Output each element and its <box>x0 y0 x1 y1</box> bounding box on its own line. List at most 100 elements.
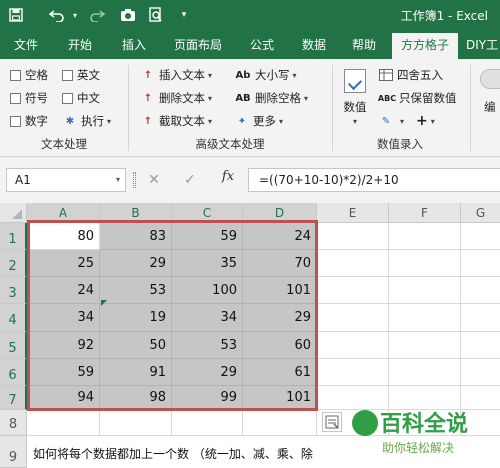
cell-b7[interactable]: 98 <box>100 386 172 410</box>
extract-text-button[interactable]: ↑ 截取文本 ▾ <box>140 112 212 130</box>
row-header[interactable]: 3 <box>0 277 27 304</box>
checkbox-symbol[interactable]: 符号 <box>10 89 48 107</box>
save-icon[interactable] <box>6 6 26 24</box>
row-header[interactable]: 9 <box>0 436 27 468</box>
tab-help[interactable]: 帮助 <box>344 31 384 59</box>
cell-b4[interactable]: 19 <box>100 304 172 332</box>
cell-e1[interactable] <box>317 223 389 250</box>
error-indicator-icon[interactable] <box>101 300 107 306</box>
row-header[interactable]: 6 <box>0 359 27 386</box>
cell-c6[interactable]: 29 <box>172 359 243 386</box>
cell-e3[interactable] <box>317 277 389 304</box>
customize-icon[interactable]: ▾ <box>178 6 190 24</box>
cell-g4[interactable] <box>461 304 500 332</box>
cell-d8[interactable] <box>243 410 317 436</box>
cell-g1[interactable] <box>461 223 500 250</box>
row-header[interactable]: 5 <box>0 332 27 359</box>
cell-d7[interactable]: 101 <box>243 386 317 410</box>
cell-e2[interactable] <box>317 250 389 277</box>
cell-c8[interactable] <box>172 410 243 436</box>
cell-d1[interactable]: 24 <box>243 223 317 250</box>
cell-b2[interactable]: 29 <box>100 250 172 277</box>
cell-a5[interactable]: 92 <box>27 332 100 359</box>
checkbox-space[interactable]: 空格 <box>10 66 48 84</box>
tab-data[interactable]: 数据 <box>294 31 334 59</box>
tab-page-layout[interactable]: 页面布局 <box>168 31 228 59</box>
select-all-button[interactable] <box>0 203 27 223</box>
cell-e4[interactable] <box>317 304 389 332</box>
tab-formulas[interactable]: 公式 <box>242 31 282 59</box>
delete-space-button[interactable]: AB 删除空格 ▾ <box>234 89 308 107</box>
cell-c3[interactable]: 100 <box>172 277 243 304</box>
cell-c1[interactable]: 59 <box>172 223 243 250</box>
cell-a3[interactable]: 24 <box>27 277 100 304</box>
cell-g5[interactable] <box>461 332 500 359</box>
cell-e6[interactable] <box>317 359 389 386</box>
cell-a4[interactable]: 34 <box>27 304 100 332</box>
cell-f6[interactable] <box>389 359 461 386</box>
cell-a2[interactable]: 25 <box>27 250 100 277</box>
cell-f3[interactable] <box>389 277 461 304</box>
cancel-icon[interactable]: ✕ <box>145 171 163 189</box>
round-button[interactable]: 四舍五入 <box>378 66 443 84</box>
quick-analysis-icon[interactable] <box>322 412 342 432</box>
cell-g6[interactable] <box>461 359 500 386</box>
cell-d2[interactable]: 70 <box>243 250 317 277</box>
cell-f5[interactable] <box>389 332 461 359</box>
tab-fangfang[interactable]: 方方格子 <box>392 33 458 59</box>
cell-c4[interactable]: 34 <box>172 304 243 332</box>
checkbox-number[interactable]: 数字 <box>10 112 48 130</box>
redo-icon[interactable] <box>86 6 108 24</box>
cell-b8[interactable] <box>100 410 172 436</box>
tab-file[interactable]: 文件 <box>6 31 46 59</box>
screen-capture-icon[interactable] <box>118 6 138 24</box>
column-header[interactable]: B <box>100 203 172 223</box>
execute-button[interactable]: ✱ 执行 ▾ <box>62 112 111 130</box>
cell-c5[interactable]: 53 <box>172 332 243 359</box>
name-box[interactable]: A1 ▾ <box>6 168 126 192</box>
row-header[interactable]: 8 <box>0 410 27 436</box>
plus-button[interactable]: + ▾ <box>416 112 435 130</box>
column-header[interactable]: C <box>172 203 243 223</box>
cell-a9-text[interactable]: 如何将每个数据都加上一个数 （统一加、减、乘、除 <box>33 445 313 462</box>
undo-icon[interactable] <box>46 6 68 24</box>
row-header[interactable]: 4 <box>0 304 27 332</box>
cell-d4[interactable]: 29 <box>243 304 317 332</box>
checkbox-english[interactable]: 英文 <box>62 66 100 84</box>
cell-b3[interactable]: 53 <box>100 277 172 304</box>
cell-a7[interactable]: 94 <box>27 386 100 410</box>
cell-d6[interactable]: 61 <box>243 359 317 386</box>
column-header[interactable]: A <box>27 203 100 223</box>
row-header[interactable]: 7 <box>0 386 27 410</box>
cell-c2[interactable]: 35 <box>172 250 243 277</box>
column-header[interactable]: E <box>317 203 389 223</box>
delete-text-button[interactable]: ↑ 删除文本 ▾ <box>140 89 212 107</box>
formula-input[interactable]: =((70+10-10)*2)/2+10 <box>248 168 500 192</box>
tab-home[interactable]: 开始 <box>60 31 100 59</box>
cell-f1[interactable] <box>389 223 461 250</box>
cell-d5[interactable]: 60 <box>243 332 317 359</box>
cell-b1[interactable]: 83 <box>100 223 172 250</box>
cell-e5[interactable] <box>317 332 389 359</box>
cell-b6[interactable]: 91 <box>100 359 172 386</box>
cell-g2[interactable] <box>461 250 500 277</box>
more-button[interactable]: ✦ 更多 ▾ <box>234 112 283 130</box>
enter-icon[interactable]: ✓ <box>181 171 199 189</box>
column-header[interactable]: G <box>461 203 500 223</box>
row-header[interactable]: 1 <box>0 223 27 250</box>
cell-a6[interactable]: 59 <box>27 359 100 386</box>
checkbox-chinese[interactable]: 中文 <box>62 89 100 107</box>
column-header[interactable]: D <box>243 203 317 223</box>
undo-dropdown-icon[interactable]: ▾ <box>70 6 80 24</box>
cell-f4[interactable] <box>389 304 461 332</box>
cell-b5[interactable]: 50 <box>100 332 172 359</box>
print-preview-icon[interactable] <box>146 6 166 24</box>
row-header[interactable]: 2 <box>0 250 27 277</box>
tab-insert[interactable]: 插入 <box>114 31 154 59</box>
cell-c7[interactable]: 99 <box>172 386 243 410</box>
number-button[interactable]: 数值 ▾ <box>338 65 372 133</box>
cell-g3[interactable] <box>461 277 500 304</box>
cell-a1[interactable]: 80 <box>27 223 100 250</box>
edit-toggle[interactable] <box>480 69 500 89</box>
insert-text-button[interactable]: ↑ 插入文本 ▾ <box>140 66 212 84</box>
